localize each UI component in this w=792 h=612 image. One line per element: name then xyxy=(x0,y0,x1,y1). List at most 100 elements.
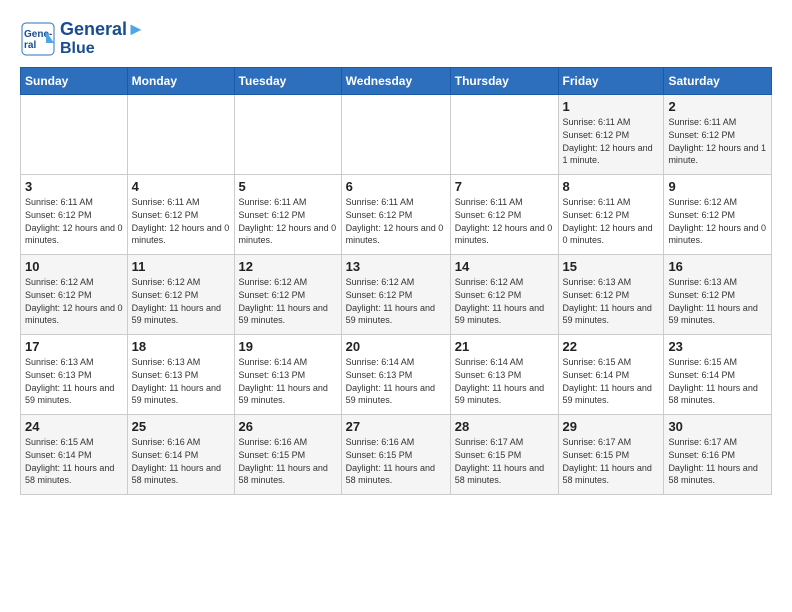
day-number: 13 xyxy=(346,259,446,274)
header-monday: Monday xyxy=(127,68,234,95)
day-number: 14 xyxy=(455,259,554,274)
day-cell xyxy=(341,95,450,175)
week-row-5: 24 Sunrise: 6:15 AM Sunset: 6:14 PM Dayli… xyxy=(21,415,772,495)
day-cell: 13 Sunrise: 6:12 AM Sunset: 6:12 PM Dayli… xyxy=(341,255,450,335)
day-info: Sunrise: 6:17 AM Sunset: 6:15 PM Dayligh… xyxy=(455,436,554,486)
day-cell xyxy=(127,95,234,175)
logo-text-general: General► xyxy=(60,20,145,40)
day-cell: 2 Sunrise: 6:11 AM Sunset: 6:12 PM Daylig… xyxy=(664,95,772,175)
day-number: 29 xyxy=(563,419,660,434)
day-info: Sunrise: 6:11 AM Sunset: 6:12 PM Dayligh… xyxy=(25,196,123,246)
day-info: Sunrise: 6:14 AM Sunset: 6:13 PM Dayligh… xyxy=(346,356,446,406)
day-cell xyxy=(21,95,128,175)
day-number: 9 xyxy=(668,179,767,194)
day-info: Sunrise: 6:11 AM Sunset: 6:12 PM Dayligh… xyxy=(563,196,660,246)
day-cell xyxy=(450,95,558,175)
day-cell: 18 Sunrise: 6:13 AM Sunset: 6:13 PM Dayli… xyxy=(127,335,234,415)
day-cell: 23Sunrise: 6:15 AM Sunset: 6:14 PM Dayli… xyxy=(664,335,772,415)
header-tuesday: Tuesday xyxy=(234,68,341,95)
day-number: 23 xyxy=(668,339,767,354)
day-cell: 21 Sunrise: 6:14 AM Sunset: 6:13 PM Dayli… xyxy=(450,335,558,415)
day-cell: 28 Sunrise: 6:17 AM Sunset: 6:15 PM Dayli… xyxy=(450,415,558,495)
day-info: Sunrise: 6:15 AM Sunset: 6:14 PM Dayligh… xyxy=(563,356,660,406)
day-info: Sunrise: 6:11 AM Sunset: 6:12 PM Dayligh… xyxy=(668,116,767,166)
day-number: 2 xyxy=(668,99,767,114)
day-number: 25 xyxy=(132,419,230,434)
day-cell: 8 Sunrise: 6:11 AM Sunset: 6:12 PM Daylig… xyxy=(558,175,664,255)
day-number: 7 xyxy=(455,179,554,194)
header-saturday: Saturday xyxy=(664,68,772,95)
day-number: 30 xyxy=(668,419,767,434)
day-number: 6 xyxy=(346,179,446,194)
day-info: Sunrise: 6:11 AM Sunset: 6:12 PM Dayligh… xyxy=(239,196,337,246)
day-info: Sunrise: 6:12 AM Sunset: 6:12 PM Dayligh… xyxy=(455,276,554,326)
day-number: 10 xyxy=(25,259,123,274)
day-cell: 3Sunrise: 6:11 AM Sunset: 6:12 PM Daylig… xyxy=(21,175,128,255)
day-info: Sunrise: 6:12 AM Sunset: 6:12 PM Dayligh… xyxy=(668,196,767,246)
day-number: 4 xyxy=(132,179,230,194)
header-sunday: Sunday xyxy=(21,68,128,95)
day-info: Sunrise: 6:16 AM Sunset: 6:15 PM Dayligh… xyxy=(239,436,337,486)
day-number: 1 xyxy=(563,99,660,114)
day-info: Sunrise: 6:17 AM Sunset: 6:16 PM Dayligh… xyxy=(668,436,767,486)
day-info: Sunrise: 6:14 AM Sunset: 6:13 PM Dayligh… xyxy=(239,356,337,406)
day-number: 5 xyxy=(239,179,337,194)
day-number: 18 xyxy=(132,339,230,354)
logo: Gene- ral General► Blue xyxy=(20,20,145,57)
day-info: Sunrise: 6:12 AM Sunset: 6:12 PM Dayligh… xyxy=(239,276,337,326)
day-info: Sunrise: 6:13 AM Sunset: 6:12 PM Dayligh… xyxy=(668,276,767,326)
logo-text-blue: Blue xyxy=(60,40,145,58)
header-thursday: Thursday xyxy=(450,68,558,95)
day-cell: 16 Sunrise: 6:13 AM Sunset: 6:12 PM Dayli… xyxy=(664,255,772,335)
day-number: 21 xyxy=(455,339,554,354)
day-info: Sunrise: 6:13 AM Sunset: 6:13 PM Dayligh… xyxy=(25,356,123,406)
day-cell: 19 Sunrise: 6:14 AM Sunset: 6:13 PM Dayli… xyxy=(234,335,341,415)
day-info: Sunrise: 6:17 AM Sunset: 6:15 PM Dayligh… xyxy=(563,436,660,486)
day-number: 16 xyxy=(668,259,767,274)
day-number: 27 xyxy=(346,419,446,434)
day-cell: 1Sunrise: 6:11 AM Sunset: 6:12 PM Daylig… xyxy=(558,95,664,175)
day-info: Sunrise: 6:11 AM Sunset: 6:12 PM Dayligh… xyxy=(455,196,554,246)
day-info: Sunrise: 6:14 AM Sunset: 6:13 PM Dayligh… xyxy=(455,356,554,406)
day-info: Sunrise: 6:11 AM Sunset: 6:12 PM Dayligh… xyxy=(132,196,230,246)
day-info: Sunrise: 6:16 AM Sunset: 6:15 PM Dayligh… xyxy=(346,436,446,486)
day-cell: 5 Sunrise: 6:11 AM Sunset: 6:12 PM Daylig… xyxy=(234,175,341,255)
calendar-table: SundayMondayTuesdayWednesdayThursdayFrid… xyxy=(20,67,772,495)
calendar-header-row: SundayMondayTuesdayWednesdayThursdayFrid… xyxy=(21,68,772,95)
page-header: Gene- ral General► Blue xyxy=(20,20,772,57)
day-cell: 24 Sunrise: 6:15 AM Sunset: 6:14 PM Dayli… xyxy=(21,415,128,495)
day-number: 12 xyxy=(239,259,337,274)
day-number: 22 xyxy=(563,339,660,354)
day-number: 8 xyxy=(563,179,660,194)
day-info: Sunrise: 6:13 AM Sunset: 6:13 PM Dayligh… xyxy=(132,356,230,406)
day-cell: 22 Sunrise: 6:15 AM Sunset: 6:14 PM Dayli… xyxy=(558,335,664,415)
day-info: Sunrise: 6:11 AM Sunset: 6:12 PM Dayligh… xyxy=(346,196,446,246)
day-cell: 29 Sunrise: 6:17 AM Sunset: 6:15 PM Dayli… xyxy=(558,415,664,495)
week-row-1: 1 Sunrise: 6:11 AM Sunset: 6:12 PM Daylig… xyxy=(21,95,772,175)
week-row-3: 10 Sunrise: 6:12 AM Sunset: 6:12 PM Dayli… xyxy=(21,255,772,335)
day-cell: 4 Sunrise: 6:11 AM Sunset: 6:12 PM Daylig… xyxy=(127,175,234,255)
day-cell: 17 Sunrise: 6:13 AM Sunset: 6:13 PM Dayli… xyxy=(21,335,128,415)
day-cell xyxy=(234,95,341,175)
day-info: Sunrise: 6:16 AM Sunset: 6:14 PM Dayligh… xyxy=(132,436,230,486)
svg-text:ral: ral xyxy=(24,40,36,51)
day-cell: 27 Sunrise: 6:16 AM Sunset: 6:15 PM Dayli… xyxy=(341,415,450,495)
logo-icon: Gene- ral xyxy=(20,21,56,57)
day-number: 24 xyxy=(25,419,123,434)
header-wednesday: Wednesday xyxy=(341,68,450,95)
day-info: Sunrise: 6:12 AM Sunset: 6:12 PM Dayligh… xyxy=(346,276,446,326)
day-cell: 11Sunrise: 6:12 AM Sunset: 6:12 PM Dayli… xyxy=(127,255,234,335)
day-number: 17 xyxy=(25,339,123,354)
day-cell: 9 Sunrise: 6:12 AM Sunset: 6:12 PM Daylig… xyxy=(664,175,772,255)
day-number: 20 xyxy=(346,339,446,354)
day-number: 28 xyxy=(455,419,554,434)
day-number: 19 xyxy=(239,339,337,354)
day-info: Sunrise: 6:12 AM Sunset: 6:12 PM Dayligh… xyxy=(25,276,123,326)
day-cell: 7 Sunrise: 6:11 AM Sunset: 6:12 PM Daylig… xyxy=(450,175,558,255)
day-cell: 6 Sunrise: 6:11 AM Sunset: 6:12 PM Daylig… xyxy=(341,175,450,255)
day-cell: 25 Sunrise: 6:16 AM Sunset: 6:14 PM Dayli… xyxy=(127,415,234,495)
day-cell: 30 Sunrise: 6:17 AM Sunset: 6:16 PM Dayli… xyxy=(664,415,772,495)
day-number: 15 xyxy=(563,259,660,274)
day-info: Sunrise: 6:15 AM Sunset: 6:14 PM Dayligh… xyxy=(25,436,123,486)
week-row-2: 3Sunrise: 6:11 AM Sunset: 6:12 PM Daylig… xyxy=(21,175,772,255)
